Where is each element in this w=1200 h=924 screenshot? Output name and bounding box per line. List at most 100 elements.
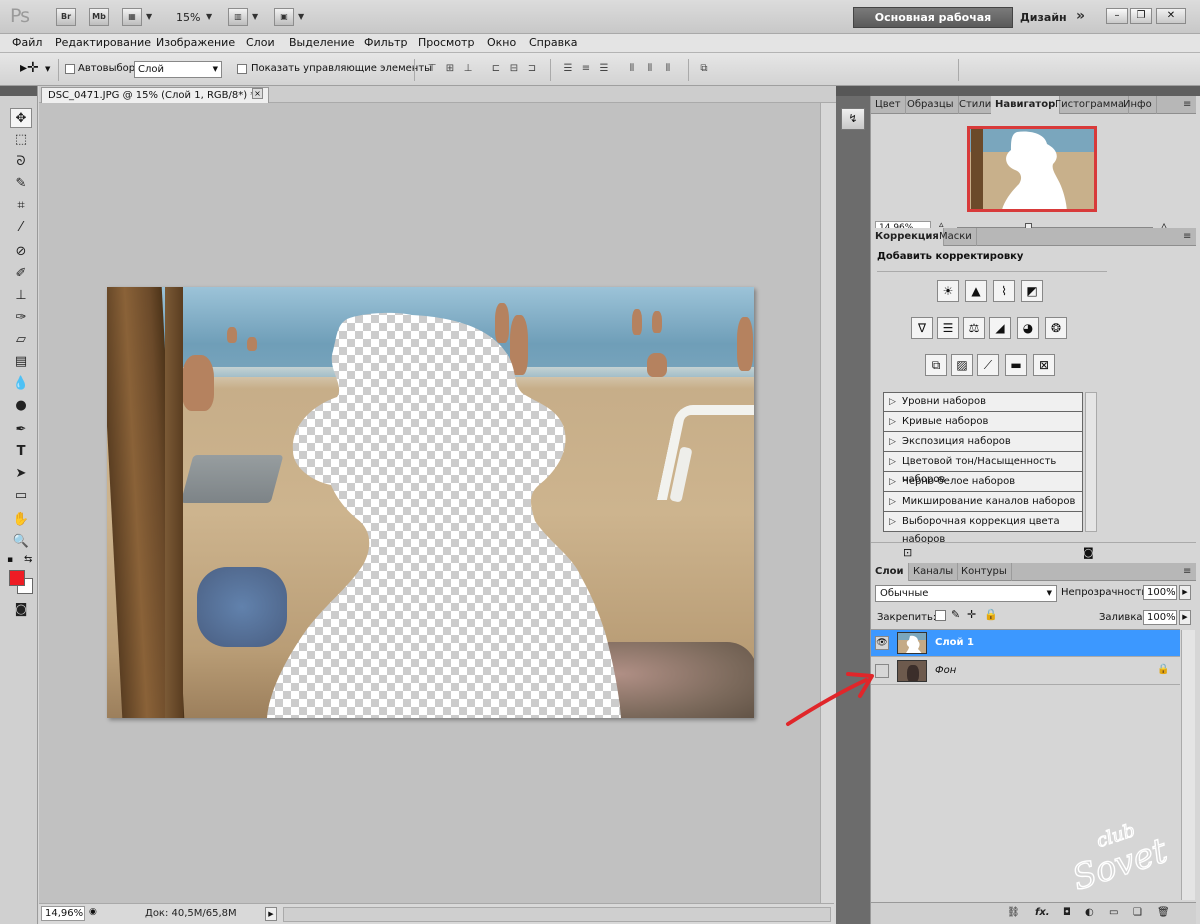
screen-mode-button[interactable]: ▣ [274, 8, 294, 26]
curves-icon[interactable]: ⌇ [993, 280, 1015, 302]
quick-mask-icon[interactable]: ◙ [10, 600, 32, 620]
menu-filter[interactable]: Фильтр [364, 36, 408, 49]
blend-mode-select[interactable]: Обычные ▼ [875, 585, 1057, 602]
tool-preset-dropdown-icon[interactable]: ▼ [45, 65, 50, 73]
add-mask-icon[interactable]: ◘ [1063, 907, 1071, 918]
align-left-icon[interactable]: ⊏ [488, 62, 504, 76]
panel-menu-icon[interactable]: ≡ [1183, 231, 1191, 242]
channel-mixer-icon[interactable]: ❂ [1045, 317, 1067, 339]
link-layers-icon[interactable]: ⛓ [1007, 907, 1020, 918]
presets-scrollbar[interactable] [1085, 392, 1097, 532]
fill-arrow-icon[interactable]: ▶ [1179, 610, 1191, 625]
tab-swatches[interactable]: Образцы [903, 96, 959, 114]
menu-layers[interactable]: Слои [246, 36, 275, 49]
canvas-vertical-scrollbar[interactable] [820, 103, 834, 903]
hand-tool-icon[interactable]: ✋ [10, 510, 32, 530]
shape-tool-icon[interactable]: ▭ [10, 486, 32, 506]
distribute-top-icon[interactable]: ☰ [560, 62, 576, 76]
menu-file[interactable]: Файл [12, 36, 42, 49]
zoom-dropdown-icon[interactable]: ▼ [206, 12, 212, 21]
lasso-tool-icon[interactable]: ᘐ [10, 152, 32, 172]
tab-layers[interactable]: Слои [871, 563, 909, 581]
dodge-tool-icon[interactable]: ● [10, 396, 32, 416]
pen-tool-icon[interactable]: ✒ [10, 420, 32, 440]
move-tool-icon[interactable]: ✥ [10, 108, 32, 128]
canvas-workspace[interactable] [39, 103, 834, 903]
canvas-horizontal-scrollbar[interactable] [283, 907, 831, 922]
distribute-bottom-icon[interactable]: ☰ [596, 62, 612, 76]
tab-info[interactable]: Инфо [1119, 96, 1157, 114]
opacity-arrow-icon[interactable]: ▶ [1179, 585, 1191, 600]
close-button[interactable]: ✕ [1156, 8, 1186, 24]
menu-select[interactable]: Выделение [289, 36, 355, 49]
layer-name[interactable]: Слой 1 [935, 637, 974, 648]
history-panel-icon[interactable]: ↯ [841, 108, 865, 130]
photo-filter-icon[interactable]: ◕ [1017, 317, 1039, 339]
brightness-contrast-icon[interactable]: ☀ [937, 280, 959, 302]
align-right-icon[interactable]: ⊐ [524, 62, 540, 76]
autoselect-target-select[interactable]: Слой ▼ [134, 61, 222, 78]
tab-adjustments[interactable]: Коррекция [871, 228, 944, 246]
preset-curves[interactable]: ▷ Кривые наборов [884, 413, 1082, 432]
mini-bridge-button[interactable]: Mb [89, 8, 109, 26]
preset-levels[interactable]: ▷ Уровни наборов [884, 393, 1082, 412]
layer-name[interactable]: Фон [935, 665, 956, 676]
arrange-dropdown-icon[interactable]: ▼ [252, 12, 258, 21]
tab-paths[interactable]: Контуры [957, 563, 1012, 581]
auto-align-layers-icon[interactable]: ⧉ [696, 62, 712, 76]
show-transform-controls-checkbox[interactable] [237, 64, 247, 74]
panel-menu-icon[interactable]: ≡ [1183, 566, 1191, 577]
preset-channel-mixer[interactable]: ▷ Микширование каналов наборов [884, 493, 1082, 512]
tab-navigator[interactable]: Навигатор [991, 96, 1061, 114]
fill-field[interactable]: 100% [1143, 610, 1177, 625]
foreground-color-swatch[interactable] [9, 570, 25, 586]
dock-header[interactable] [836, 86, 870, 96]
brush-tool-icon[interactable]: ✐ [10, 264, 32, 284]
screen-mode-dropdown-icon[interactable]: ▼ [298, 12, 304, 21]
align-top-icon[interactable]: ⊤ [424, 62, 440, 76]
marquee-tool-icon[interactable]: ⬚ [10, 130, 32, 150]
layers-scrollbar[interactable] [1181, 630, 1195, 900]
threshold-icon[interactable]: ⟋ [977, 354, 999, 376]
status-zoom-field[interactable]: 14,96% [41, 906, 85, 921]
gradient-map-icon[interactable]: ▬ [1005, 354, 1027, 376]
menu-edit[interactable]: Редактирование [55, 36, 151, 49]
layer-style-icon[interactable]: fx. [1035, 907, 1050, 918]
zoom-tool-icon[interactable]: 🔍 [10, 532, 32, 552]
hue-saturation-icon[interactable]: ☰ [937, 317, 959, 339]
navigator-thumbnail[interactable] [967, 126, 1097, 212]
menu-window[interactable]: Окно [487, 36, 516, 49]
preset-exposure[interactable]: ▷ Экспозиция наборов [884, 433, 1082, 452]
navigator-view-box[interactable] [969, 128, 1095, 210]
distribute-vcenter-icon[interactable]: ≡ [578, 62, 594, 76]
layer-row-layer1[interactable]: 👁 Слой 1 [871, 630, 1180, 657]
restore-button[interactable]: ❐ [1130, 8, 1152, 24]
panel-menu-icon[interactable]: ≡ [1183, 99, 1191, 110]
preset-selective-color[interactable]: ▷ Выборочная коррекция цвета наборов [884, 513, 1082, 545]
layer-row-background[interactable]: Фон 🔒 [871, 658, 1180, 685]
new-adjustment-layer-icon[interactable]: ◐ [1085, 907, 1094, 918]
quick-selection-tool-icon[interactable]: ✎ [10, 174, 32, 194]
gradient-tool-icon[interactable]: ▤ [10, 352, 32, 372]
lock-position-icon[interactable]: ✛ [967, 608, 976, 621]
default-colors-icon[interactable]: ▪ [7, 555, 13, 565]
bridge-button[interactable]: Br [56, 8, 76, 26]
status-menu-arrow-icon[interactable]: ▶ [265, 907, 277, 921]
workspace-essentials-button[interactable]: Основная рабочая среда [853, 7, 1013, 44]
black-white-icon[interactable]: ◢ [989, 317, 1011, 339]
invert-icon[interactable]: ⧉ [925, 354, 947, 376]
minimize-button[interactable]: – [1106, 8, 1128, 24]
blur-tool-icon[interactable]: 💧 [10, 374, 32, 394]
tab-channels[interactable]: Каналы [909, 563, 959, 581]
history-brush-tool-icon[interactable]: ✑ [10, 308, 32, 328]
crop-tool-icon[interactable]: ⌗ [10, 196, 32, 216]
panel-group-header[interactable] [870, 86, 1200, 96]
tab-histogram[interactable]: Гистограмма [1051, 96, 1129, 114]
distribute-hcenter-icon[interactable]: ⦀ [642, 62, 658, 76]
document-close-icon[interactable]: × [252, 88, 263, 99]
healing-brush-tool-icon[interactable]: ⊘ [10, 242, 32, 262]
new-layer-icon[interactable]: ❏ [1133, 907, 1142, 918]
eraser-tool-icon[interactable]: ▱ [10, 330, 32, 350]
preset-black-white[interactable]: ▷ Черно-белое наборов [884, 473, 1082, 492]
document-tab[interactable]: DSC_0471.JPG @ 15% (Слой 1, RGB/8*) * [41, 87, 269, 103]
